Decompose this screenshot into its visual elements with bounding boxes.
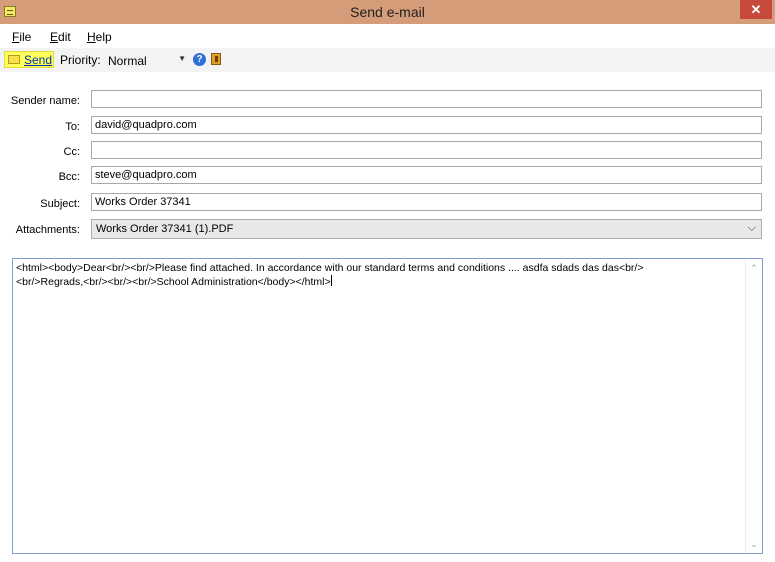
chevron-down-icon: ⌵: [747, 222, 756, 234]
cc-input[interactable]: [91, 141, 762, 159]
vertical-scrollbar[interactable]: ⌃ ⌄: [745, 259, 762, 553]
title-bar: Send e-mail ✕: [0, 0, 775, 24]
scroll-up-icon[interactable]: ⌃: [746, 260, 762, 276]
menu-help[interactable]: Help: [87, 30, 112, 44]
menu-edit[interactable]: Edit: [50, 30, 71, 44]
send-button[interactable]: Send: [4, 51, 54, 68]
menu-file[interactable]: File: [12, 30, 31, 44]
attachments-label: Attachments:: [15, 224, 80, 236]
bcc-label: Bcc:: [58, 171, 80, 183]
bcc-input[interactable]: steve@quadpro.com: [91, 166, 762, 184]
message-body-editor[interactable]: <html><body>Dear<br/><br/>Please find at…: [12, 258, 763, 554]
message-body-text: <html><body>Dear<br/><br/>Please find at…: [16, 262, 741, 289]
close-button[interactable]: ✕: [740, 0, 772, 19]
subject-input[interactable]: Works Order 37341: [91, 193, 762, 211]
exit-door-icon[interactable]: [211, 53, 221, 65]
toolbar: Send Priority: Normal ▼ ?: [0, 48, 775, 72]
priority-label: Priority:: [60, 53, 101, 67]
attachments-dropdown[interactable]: Works Order 37341 (1).PDF ⌵: [91, 219, 762, 239]
cc-label: Cc:: [63, 146, 81, 158]
send-label: Send: [24, 53, 53, 67]
dropdown-arrow-icon: ▼: [178, 54, 186, 63]
text-caret: [330, 275, 332, 286]
sender-name-input[interactable]: [91, 90, 762, 108]
menu-bar: File Edit Help: [0, 28, 775, 46]
subject-label: Subject:: [40, 198, 80, 210]
window-title: Send e-mail: [350, 4, 425, 20]
attachments-value: Works Order 37341 (1).PDF: [96, 223, 234, 235]
sender-name-label: Sender name:: [10, 95, 80, 107]
priority-value: Normal: [108, 54, 147, 68]
to-label: To:: [65, 121, 80, 133]
priority-dropdown[interactable]: Normal ▼: [106, 51, 188, 69]
to-input[interactable]: david@quadpro.com: [91, 116, 762, 134]
envelope-icon: [8, 55, 20, 64]
scroll-down-icon[interactable]: ⌄: [746, 536, 762, 552]
help-icon[interactable]: ?: [193, 53, 206, 66]
